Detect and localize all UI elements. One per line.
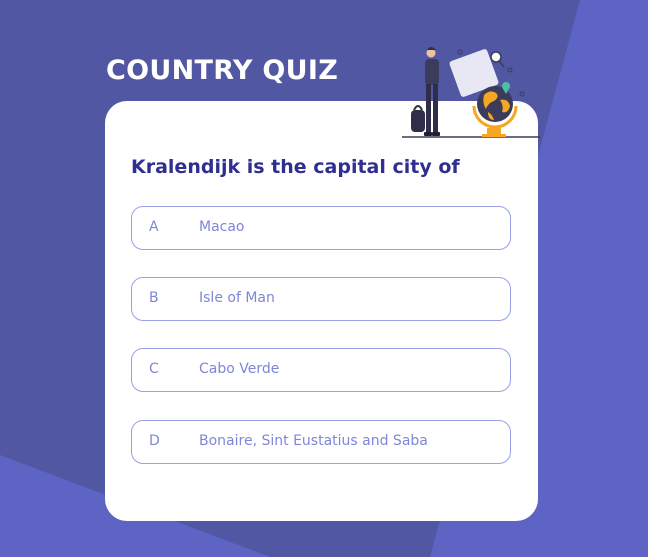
option-letter: C: [149, 361, 159, 377]
magnifier-icon: [490, 51, 505, 68]
traveler-icon: [411, 47, 440, 136]
question-text: Kralendijk is the capital city of: [131, 156, 460, 178]
app-title: COUNTRY QUIZ: [106, 55, 339, 86]
answer-option-c[interactable]: C Cabo Verde: [131, 348, 511, 392]
option-text: Bonaire, Sint Eustatius and Saba: [199, 433, 428, 449]
option-letter: D: [149, 433, 160, 449]
answer-option-d[interactable]: D Bonaire, Sint Eustatius and Saba: [131, 420, 511, 464]
option-text: Cabo Verde: [199, 361, 280, 377]
option-letter: A: [149, 219, 159, 235]
option-text: Isle of Man: [199, 290, 275, 306]
option-letter: B: [149, 290, 159, 306]
traveler-with-globe-illustration: [402, 47, 540, 138]
option-text: Macao: [199, 219, 245, 235]
answer-option-a[interactable]: A Macao: [131, 206, 511, 250]
answer-option-b[interactable]: B Isle of Man: [131, 277, 511, 321]
